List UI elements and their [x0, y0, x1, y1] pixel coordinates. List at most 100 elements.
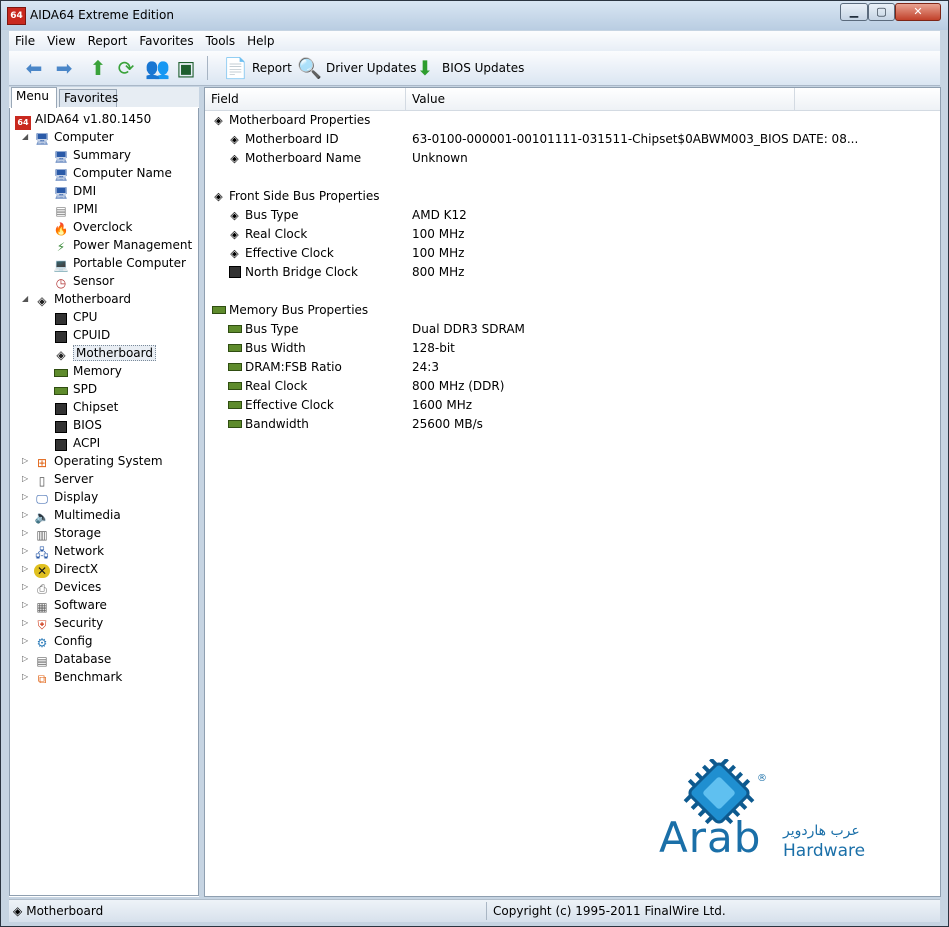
- bios-updates-icon[interactable]: ⬇: [414, 57, 436, 79]
- expand-icon[interactable]: ▷: [22, 632, 28, 650]
- report-icon[interactable]: 📄: [223, 57, 248, 79]
- tree-cpuid[interactable]: CPUID: [53, 326, 110, 344]
- table-row[interactable]: Bus Type: [227, 320, 298, 339]
- table-row[interactable]: ◈ Bus Type: [227, 206, 298, 225]
- tree-directx[interactable]: ✕ DirectX: [34, 560, 98, 578]
- minimize-button[interactable]: ▁: [840, 3, 868, 21]
- refresh-icon[interactable]: ⟳: [115, 57, 137, 79]
- table-row[interactable]: Real Clock: [227, 377, 307, 396]
- expand-icon[interactable]: ▷: [22, 524, 28, 542]
- maximize-button[interactable]: ▢: [868, 3, 895, 21]
- row-value: AMD K12: [412, 208, 467, 222]
- table-row[interactable]: Bandwidth: [227, 415, 309, 434]
- expand-icon[interactable]: ▷: [22, 506, 28, 524]
- driver-updates-button[interactable]: Driver Updates: [326, 61, 416, 75]
- menu-tools[interactable]: Tools: [200, 31, 242, 49]
- tree-config[interactable]: ⚙ Config: [34, 632, 93, 650]
- table-row[interactable]: DRAM:FSB Ratio: [227, 358, 342, 377]
- tree-summary[interactable]: 🖥 Summary: [53, 146, 131, 164]
- table-row[interactable]: ◈ Motherboard ID: [227, 130, 338, 149]
- menu-report[interactable]: Report: [82, 31, 134, 49]
- table-row[interactable]: ◈ Motherboard Name: [227, 149, 361, 168]
- tree-computer-name[interactable]: 🖥 Computer Name: [53, 164, 172, 182]
- tree-sensor[interactable]: ◷ Sensor: [53, 272, 114, 290]
- table-row[interactable]: ◈ Effective Clock: [227, 244, 334, 263]
- tab-menu[interactable]: Menu: [11, 87, 57, 108]
- tree-benchmark[interactable]: ⧉ Benchmark: [34, 668, 123, 686]
- tree-storage[interactable]: ▥ Storage: [34, 524, 101, 542]
- row-value: 800 MHz: [412, 265, 465, 279]
- expand-icon[interactable]: ▷: [22, 488, 28, 506]
- menu-file[interactable]: File: [9, 31, 41, 49]
- tree-spd[interactable]: SPD: [53, 380, 97, 398]
- motherboard-icon: ◈: [56, 348, 66, 362]
- collapse-icon[interactable]: ◢: [22, 128, 28, 146]
- tree-bios[interactable]: BIOS: [53, 416, 102, 434]
- user-icon[interactable]: 👥: [145, 57, 170, 79]
- monitor-icon[interactable]: ▣: [175, 57, 197, 79]
- motherboard-icon: ◈: [13, 904, 23, 918]
- tree-motherboard-group[interactable]: ◈ Motherboard: [34, 290, 131, 308]
- tree-security[interactable]: ⛨ Security: [34, 614, 103, 632]
- tree-root[interactable]: 64 AIDA64 v1.80.1450: [15, 110, 151, 130]
- tree-operating-system[interactable]: ⊞ Operating System: [34, 452, 163, 470]
- expand-icon[interactable]: ▷: [22, 470, 28, 488]
- menu-view[interactable]: View: [41, 31, 81, 49]
- server-icon: ▯: [38, 474, 46, 488]
- tree-server[interactable]: ▯ Server: [34, 470, 94, 488]
- tree-display[interactable]: 🖵 Display: [34, 488, 98, 506]
- tree-ipmi[interactable]: ▤ IPMI: [53, 200, 97, 218]
- table-row[interactable]: North Bridge Clock: [227, 263, 358, 282]
- tree-software[interactable]: ▦ Software: [34, 596, 107, 614]
- bios-updates-button[interactable]: BIOS Updates: [442, 61, 524, 75]
- menu-help[interactable]: Help: [241, 31, 280, 49]
- tree-devices[interactable]: ⎙ Devices: [34, 578, 101, 596]
- table-row[interactable]: ◈ Real Clock: [227, 225, 307, 244]
- expand-icon[interactable]: ▷: [22, 614, 28, 632]
- expand-icon[interactable]: ▷: [22, 452, 28, 470]
- expand-icon[interactable]: ▷: [22, 668, 28, 686]
- up-icon[interactable]: ⬆: [87, 57, 109, 79]
- row-value: 24:3: [412, 360, 439, 374]
- column-header-value[interactable]: Value: [406, 88, 795, 110]
- back-icon[interactable]: ⬅: [23, 57, 45, 79]
- tree-motherboard[interactable]: ◈ Motherboard: [53, 344, 156, 362]
- row-value: Dual DDR3 SDRAM: [412, 322, 525, 336]
- tree-multimedia[interactable]: 🔈 Multimedia: [34, 506, 121, 524]
- column-header-field[interactable]: Field: [205, 88, 406, 110]
- expand-icon[interactable]: ▷: [22, 542, 28, 560]
- ram-icon: [53, 366, 69, 380]
- report-button[interactable]: Report: [252, 61, 292, 75]
- tree-computer[interactable]: 🖥 Computer: [34, 128, 113, 146]
- tree-database[interactable]: ▤ Database: [34, 650, 111, 668]
- tree-overclock[interactable]: 🔥 Overclock: [53, 218, 133, 236]
- expand-icon[interactable]: ▷: [22, 650, 28, 668]
- close-button[interactable]: ✕: [895, 3, 941, 21]
- ram-icon: [227, 377, 242, 396]
- driver-updates-icon[interactable]: 🔍: [297, 57, 322, 79]
- tab-favorites[interactable]: Favorites: [59, 89, 118, 107]
- expand-icon[interactable]: ▷: [22, 560, 28, 578]
- row-value: 25600 MB/s: [412, 417, 483, 431]
- document-icon: ▤: [55, 204, 67, 218]
- tree-memory[interactable]: Memory: [53, 362, 122, 380]
- tree-power-management[interactable]: ⚡ Power Management: [53, 236, 192, 254]
- menu-favorites[interactable]: Favorites: [133, 31, 199, 49]
- tree-chipset[interactable]: Chipset: [53, 398, 118, 416]
- expand-icon[interactable]: ▷: [22, 596, 28, 614]
- status-copyright: Copyright (c) 1995-2011 FinalWire Ltd.: [493, 904, 726, 918]
- tree-cpu[interactable]: CPU: [53, 308, 97, 326]
- ram-icon: [227, 339, 242, 358]
- table-row[interactable]: Bus Width: [227, 339, 306, 358]
- tree-acpi[interactable]: ACPI: [53, 434, 100, 452]
- table-row[interactable]: Effective Clock: [227, 396, 334, 415]
- gauge-icon: ◷: [55, 276, 67, 290]
- tree-network[interactable]: 🖧 Network: [34, 542, 104, 560]
- aida64-app-icon[interactable]: 64: [7, 7, 26, 25]
- forward-icon[interactable]: ➡: [53, 57, 75, 79]
- power-icon: ⚡: [56, 240, 66, 254]
- tree-dmi[interactable]: 🖥 DMI: [53, 182, 96, 200]
- collapse-icon[interactable]: ◢: [22, 290, 28, 308]
- tree-portable-computer[interactable]: 💻 Portable Computer: [53, 254, 186, 272]
- expand-icon[interactable]: ▷: [22, 578, 28, 596]
